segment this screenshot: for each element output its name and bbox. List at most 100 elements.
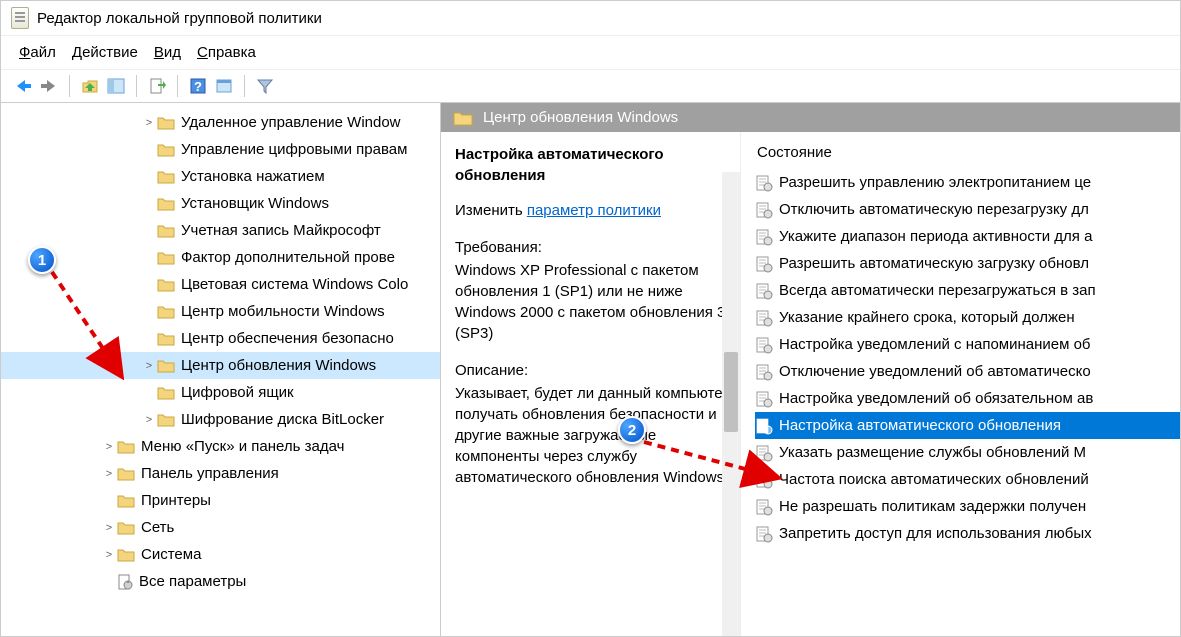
toolbar: ?	[1, 70, 1180, 103]
toolbar-separator	[69, 75, 70, 97]
description-column: Настройка автоматического обновления Изм…	[441, 132, 741, 636]
folder-icon	[157, 224, 175, 238]
list-item[interactable]: Указание крайнего срока, который должен	[755, 304, 1180, 331]
export-button[interactable]	[145, 74, 169, 98]
back-button[interactable]	[11, 74, 35, 98]
expander-icon[interactable]: >	[101, 549, 117, 561]
list-item[interactable]: Не разрешать политикам задержки получен	[755, 493, 1180, 520]
forward-button[interactable]	[37, 74, 61, 98]
description-label: Описание:	[455, 360, 732, 381]
help-button[interactable]: ?	[186, 74, 210, 98]
setting-icon	[755, 174, 773, 192]
folder-icon	[157, 143, 175, 157]
svg-text:?: ?	[194, 79, 202, 94]
expander-icon[interactable]: >	[141, 360, 157, 372]
tree-item[interactable]: Установка нажатием	[1, 163, 440, 190]
menu-file[interactable]: Файл	[13, 42, 62, 63]
settings-list-column: Состояние Разрешить управлению электропи…	[741, 132, 1180, 636]
list-item[interactable]: Разрешить управлению электропитанием це	[755, 169, 1180, 196]
tree-item[interactable]: > Шифрование диска BitLocker	[1, 406, 440, 433]
list-item[interactable]: Всегда автоматически перезагружаться в з…	[755, 277, 1180, 304]
list-item[interactable]: Указать размещение службы обновлений М	[755, 439, 1180, 466]
list-item[interactable]: Частота поиска автоматических обновлений	[755, 466, 1180, 493]
tree-item[interactable]: >Центр обновления Windows	[1, 352, 440, 379]
show-hide-tree-button[interactable]	[104, 74, 128, 98]
setting-icon	[755, 444, 773, 462]
menu-action[interactable]: Действие	[66, 42, 144, 63]
tree-item[interactable]: Фактор дополнительной прове	[1, 244, 440, 271]
detail-header-title: Центр обновления Windows	[483, 109, 678, 126]
tree-item[interactable]: >Панель управления	[1, 460, 440, 487]
scrollbar-thumb[interactable]	[724, 352, 738, 432]
tree-item-label: Управление цифровыми правам	[181, 141, 407, 158]
edit-policy-link[interactable]: параметр политики	[527, 202, 661, 219]
list-item[interactable]: Укажите диапазон периода активности для …	[755, 223, 1180, 250]
list-item-label: Запретить доступ для использования любых	[779, 525, 1092, 542]
setting-icon	[755, 417, 773, 435]
tree-item-label: Система	[141, 546, 201, 563]
expander-icon[interactable]: >	[101, 468, 117, 480]
list-item[interactable]: Настройка автоматического обновления	[755, 412, 1180, 439]
toolbar-separator	[136, 75, 137, 97]
menu-help[interactable]: Справка	[191, 42, 262, 63]
properties-button[interactable]	[212, 74, 236, 98]
tree-item-label: Центр обеспечения безопасно	[181, 330, 394, 347]
window: Редактор локальной групповой политики Фа…	[0, 0, 1181, 637]
tree-item-label: Меню «Пуск» и панель задач	[141, 438, 344, 455]
folder-icon	[117, 467, 135, 481]
list-header[interactable]: Состояние	[755, 144, 1180, 161]
setting-icon	[755, 390, 773, 408]
tree-item[interactable]: Цифровой ящик	[1, 379, 440, 406]
folder-icon	[157, 251, 175, 265]
list-item[interactable]: Разрешить автоматическую загрузку обновл	[755, 250, 1180, 277]
tree-item-label: Учетная запись Майкрософт	[181, 222, 381, 239]
list-item[interactable]: Отключение уведомлений об автоматическо	[755, 358, 1180, 385]
tree-item[interactable]: > Меню «Пуск» и панель задач	[1, 433, 440, 460]
tree-item-label: Центр мобильности Windows	[181, 303, 385, 320]
folder-icon	[157, 386, 175, 400]
edit-prefix: Изменить	[455, 202, 527, 219]
annotation-badge-1: 1	[28, 246, 56, 274]
list-item-label: Разрешить автоматическую загрузку обновл	[779, 255, 1089, 272]
tree-item[interactable]: Центр обеспечения безопасно	[1, 325, 440, 352]
tree-item[interactable]: Учетная запись Майкрософт	[1, 217, 440, 244]
list-item[interactable]: Настройка уведомлений об обязательном ав	[755, 385, 1180, 412]
list-item[interactable]: Настройка уведомлений с напоминанием об	[755, 331, 1180, 358]
folder-icon	[117, 548, 135, 562]
window-title: Редактор локальной групповой политики	[37, 10, 322, 27]
edit-line: Изменить параметр политики	[455, 200, 732, 221]
tree-item[interactable]: >Сеть	[1, 514, 440, 541]
content-area: >Удаленное управление Window Управление ц…	[1, 103, 1180, 636]
tree-item[interactable]: Установщик Windows	[1, 190, 440, 217]
tree-item[interactable]: >Удаленное управление Window	[1, 109, 440, 136]
list-item-label: Укажите диапазон периода активности для …	[779, 228, 1092, 245]
tree-item-label: Шифрование диска BitLocker	[181, 411, 384, 428]
tree-item[interactable]: Принтеры	[1, 487, 440, 514]
up-button[interactable]	[78, 74, 102, 98]
menubar: Файл Действие Вид Справка	[1, 36, 1180, 70]
tree-item[interactable]: Управление цифровыми правам	[1, 136, 440, 163]
tree-item[interactable]: > Система	[1, 541, 440, 568]
scrollbar[interactable]	[722, 172, 740, 636]
filter-button[interactable]	[253, 74, 277, 98]
tree-item[interactable]: Центр мобильности Windows	[1, 298, 440, 325]
tree-pane[interactable]: >Удаленное управление Window Управление ц…	[1, 103, 441, 636]
tree-item[interactable]: Все параметры	[1, 568, 440, 595]
expander-icon[interactable]: >	[101, 441, 117, 453]
list-item-label: Настройка уведомлений с напоминанием об	[779, 336, 1091, 353]
expander-icon[interactable]: >	[101, 522, 117, 534]
expander-icon[interactable]: >	[141, 414, 157, 426]
expander-icon[interactable]: >	[141, 117, 157, 129]
policy-title: Настройка автоматического обновления	[455, 144, 732, 186]
setting-icon	[755, 471, 773, 489]
list-item[interactable]: Запретить доступ для использования любых	[755, 520, 1180, 547]
list-item-label: Частота поиска автоматических обновлений	[779, 471, 1089, 488]
app-icon	[11, 7, 29, 29]
list-item-label: Не разрешать политикам задержки получен	[779, 498, 1086, 515]
folder-icon	[157, 332, 175, 346]
detail-header: Центр обновления Windows	[441, 103, 1180, 132]
menu-view[interactable]: Вид	[148, 42, 187, 63]
requirements-text: Windows XP Professional с пакетом обновл…	[455, 260, 732, 344]
tree-item[interactable]: Цветовая система Windows Colo	[1, 271, 440, 298]
list-item[interactable]: Отключить автоматическую перезагрузку дл	[755, 196, 1180, 223]
